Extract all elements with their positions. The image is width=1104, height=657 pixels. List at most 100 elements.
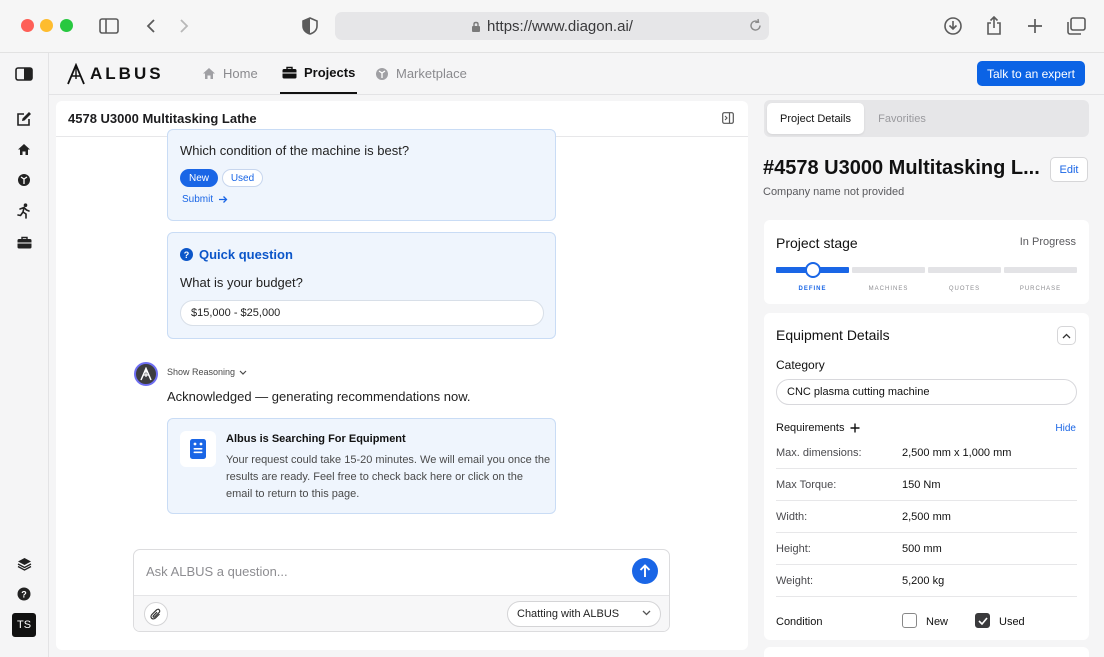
lock-icon	[471, 20, 481, 33]
add-requirement-icon[interactable]	[850, 423, 860, 433]
chat-mode-select[interactable]: Chatting with ALBUS	[507, 601, 661, 627]
document-search-icon	[190, 439, 206, 459]
spec-row: Weight: 5,200 kg	[776, 565, 1077, 597]
spec-key: Width:	[776, 511, 808, 523]
requirements-header: Requirements	[776, 422, 860, 434]
condition-used-checkbox[interactable]	[975, 613, 990, 628]
tab-projects-label: Projects	[304, 65, 356, 80]
condition-option-new[interactable]: New	[180, 169, 218, 187]
panel-toggle-icon[interactable]	[14, 64, 34, 84]
marketplace-icon	[376, 67, 388, 80]
tab-overview-icon[interactable]	[1064, 14, 1088, 38]
user-avatar[interactable]: TS	[12, 613, 36, 637]
arrow-up-icon	[639, 564, 651, 577]
url-text: https://www.diagon.ai/	[487, 17, 633, 35]
condition-used-label: Used	[999, 616, 1025, 628]
albus-logo-icon	[67, 63, 85, 85]
tab-project-details[interactable]: Project Details	[767, 103, 864, 134]
spec-row: Max. dimensions: 2,500 mm x 1,000 mm	[776, 437, 1077, 469]
details-tabs: Project Details Favorities	[764, 100, 1089, 137]
help-icon[interactable]: ?	[14, 584, 34, 604]
stage-label-define: DEFINE	[798, 286, 827, 292]
download-icon[interactable]	[941, 14, 965, 38]
project-stage-status: In Progress	[1019, 236, 1076, 248]
submit-button[interactable]: Submit	[182, 194, 228, 205]
question-icon: ?	[180, 248, 193, 261]
attach-button[interactable]	[144, 602, 168, 626]
tab-home[interactable]: Home	[202, 53, 258, 94]
new-tab-icon[interactable]	[1023, 14, 1047, 38]
show-reasoning-label: Show Reasoning	[167, 367, 236, 377]
project-stage-title: Project stage	[776, 235, 858, 251]
condition-question: Which condition of the machine is best?	[180, 143, 410, 158]
collapse-panel-icon[interactable]	[722, 112, 734, 124]
stage-progress-knob[interactable]	[804, 262, 821, 278]
composer-toolbar: Chatting with ALBUS	[134, 595, 669, 631]
equipment-details-title: Equipment Details	[776, 327, 890, 343]
send-button[interactable]	[632, 558, 658, 584]
forward-icon[interactable]	[172, 14, 196, 38]
close-window-button[interactable]	[21, 19, 34, 32]
category-field[interactable]: CNC plasma cutting machine	[776, 379, 1077, 405]
svg-text:?: ?	[21, 590, 27, 600]
layers-icon[interactable]	[14, 554, 34, 574]
requirements-label: Requirements	[776, 422, 845, 434]
stage-label-purchase: PURCHASE	[1019, 286, 1062, 292]
chat-input[interactable]	[134, 550, 624, 592]
search-status-title: Albus is Searching For Equipment	[226, 433, 406, 445]
marketplace-icon[interactable]	[14, 170, 34, 190]
stage-progress-quotes	[928, 267, 1001, 273]
privacy-shield-icon[interactable]	[298, 14, 322, 38]
albus-bot-avatar	[134, 362, 158, 386]
condition-label: Condition	[776, 616, 823, 628]
share-icon[interactable]	[982, 14, 1006, 38]
chat-pane: 4578 U3000 Multitasking Lathe Which cond…	[56, 101, 748, 650]
left-rail: ? TS	[0, 53, 49, 657]
address-bar[interactable]: https://www.diagon.ai/	[335, 12, 769, 40]
albus-avatar-icon	[140, 367, 152, 381]
hide-requirements-link[interactable]: Hide	[1055, 423, 1076, 434]
logo-text: ALBUS	[90, 64, 164, 83]
spec-key: Max Torque:	[776, 479, 837, 491]
budget-answer-field[interactable]: $15,000 - $25,000	[180, 300, 544, 326]
condition-option-used[interactable]: Used	[222, 169, 263, 187]
chevron-up-icon	[1062, 333, 1071, 338]
show-reasoning-toggle[interactable]: Show Reasoning	[167, 367, 247, 377]
collapse-equipment-button[interactable]	[1057, 326, 1076, 345]
company-name: Company name not provided	[763, 186, 905, 198]
new-chat-icon[interactable]	[14, 109, 34, 129]
albus-logo[interactable]: ALBUS	[66, 63, 164, 85]
spec-value: 500 mm	[902, 543, 942, 555]
tab-marketplace-label: Marketplace	[396, 66, 467, 81]
spec-value: 150 Nm	[902, 479, 941, 491]
condition-new-checkbox[interactable]	[902, 613, 917, 628]
reload-icon[interactable]	[748, 18, 763, 33]
condition-question-card: Which condition of the machine is best? …	[167, 129, 556, 221]
edit-button[interactable]: Edit	[1050, 157, 1088, 182]
stage-label-quotes: QUOTES	[948, 286, 981, 292]
back-icon[interactable]	[139, 14, 163, 38]
talk-to-expert-button[interactable]: Talk to an expert	[976, 61, 1085, 86]
browser-toolbar: https://www.diagon.ai/	[0, 0, 1104, 53]
search-status-icon-box	[180, 431, 216, 467]
tab-marketplace[interactable]: Marketplace	[375, 53, 467, 94]
home-icon[interactable]	[14, 139, 34, 159]
minimize-window-button[interactable]	[40, 19, 53, 32]
chevron-down-icon	[239, 370, 247, 375]
activity-run-icon[interactable]	[14, 201, 34, 221]
home-icon	[203, 68, 215, 79]
spec-key: Weight:	[776, 575, 814, 587]
briefcase-icon	[282, 66, 297, 79]
chat-mode-label: Chatting with ALBUS	[517, 608, 620, 620]
projects-briefcase-icon[interactable]	[14, 232, 34, 252]
stage-label-machines: MACHINES	[868, 286, 909, 292]
maximize-window-button[interactable]	[60, 19, 73, 32]
condition-new-label: New	[926, 616, 949, 628]
sidebar-toggle-icon[interactable]	[97, 14, 121, 38]
tab-favorities[interactable]: Favorities	[867, 103, 937, 134]
paperclip-icon	[150, 608, 161, 620]
spec-key: Max. dimensions:	[776, 447, 862, 459]
tab-projects[interactable]: Projects	[280, 53, 358, 94]
stage-progress-define	[776, 262, 849, 278]
spec-row: Height: 500 mm	[776, 533, 1077, 565]
